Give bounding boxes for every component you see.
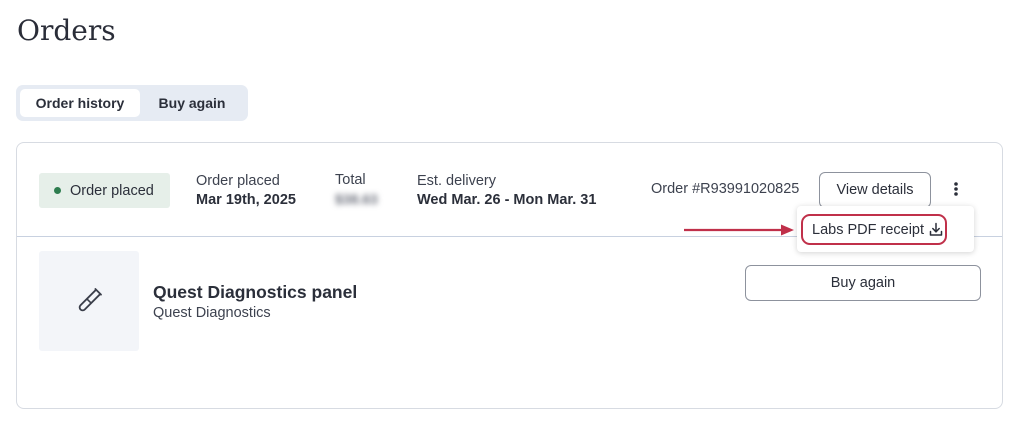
annotation-arrow-icon: [684, 224, 794, 236]
page-title: Orders: [17, 14, 116, 47]
order-card: Order placed Order placed Mar 19th, 2025…: [16, 142, 1003, 409]
status-badge: Order placed: [39, 173, 170, 208]
test-tube-icon: [78, 288, 102, 312]
delivery-value: Wed Mar. 26 - Mon Mar. 31: [417, 192, 597, 208]
order-total-value: $38.63: [335, 191, 378, 207]
status-dot-icon: [54, 187, 61, 194]
order-placed-info: Order placed Mar 19th, 2025: [196, 172, 296, 210]
product-name: Quest Diagnostics panel: [153, 282, 358, 302]
view-details-button[interactable]: View details: [819, 172, 931, 208]
tab-order-history[interactable]: Order history: [20, 89, 140, 117]
delivery-info: Est. delivery Wed Mar. 26 - Mon Mar. 31: [417, 172, 596, 210]
status-label: Order placed: [70, 182, 154, 199]
delivery-label: Est. delivery: [417, 173, 496, 189]
order-tabs: Order history Buy again: [16, 85, 248, 121]
buy-again-button[interactable]: Buy again: [745, 265, 981, 301]
product-thumbnail: [39, 251, 139, 351]
order-actions-menu: Labs PDF receipt: [797, 206, 974, 252]
order-placed-date: Mar 19th, 2025: [196, 192, 296, 208]
order-number: Order #R93991020825: [651, 181, 800, 197]
tab-buy-again[interactable]: Buy again: [140, 89, 244, 117]
product-vendor: Quest Diagnostics: [153, 305, 271, 321]
download-icon: [929, 222, 943, 236]
receipt-label: Labs PDF receipt: [812, 221, 925, 238]
kebab-vertical-icon[interactable]: [949, 179, 963, 201]
order-total-label: Total: [335, 172, 366, 188]
order-total-info: Total $38.63: [335, 171, 378, 209]
order-placed-label: Order placed: [196, 173, 280, 189]
labs-pdf-receipt-menu-item[interactable]: Labs PDF receipt: [801, 214, 947, 245]
